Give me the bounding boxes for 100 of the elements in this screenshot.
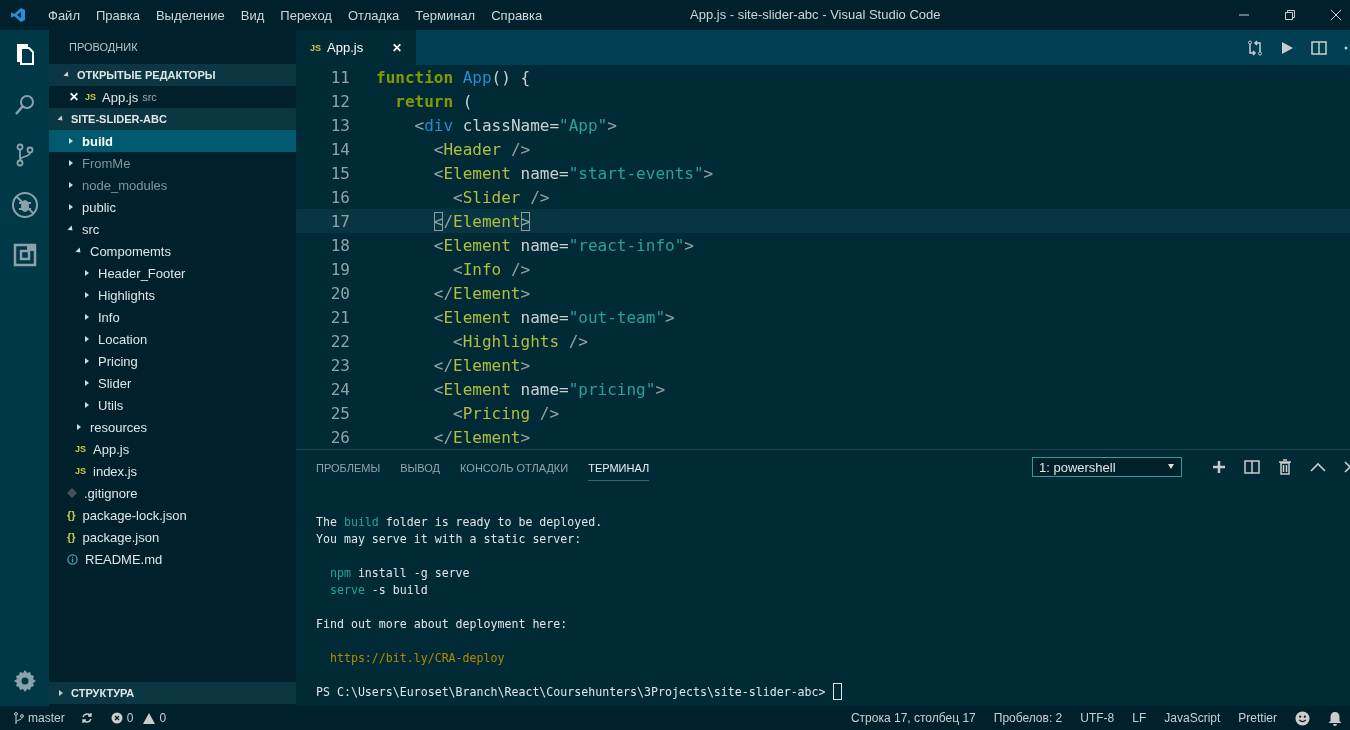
terminal-line: The build folder is ready to be deployed. [316,514,603,529]
error-icon [110,712,123,724]
diamond-icon [67,488,77,498]
panel-tab[interactable]: ВЫВОД [400,453,441,481]
file-tree-item[interactable]: Header_Footer [49,262,296,284]
file-tree-item[interactable]: JS App.js [49,438,296,460]
run-icon[interactable] [1280,40,1294,55]
js-file-icon: JS [85,92,96,102]
file-tree-item[interactable]: JS index.js [49,460,296,482]
json-file-icon: {} [67,531,76,543]
code-line: <div className="App"> [413,115,617,135]
extensions-icon[interactable] [12,243,37,267]
menu-item[interactable]: Правка [87,7,148,23]
terminal-line: npm install -g serve [328,565,470,580]
error-count[interactable]: 0 [126,711,134,725]
file-tree-item[interactable]: public [49,196,296,218]
code-line: function App() { [376,67,531,87]
js-file-icon: JS [75,444,86,454]
status-item[interactable]: JavaScript [1164,711,1221,725]
no-bug-icon[interactable] [10,191,39,219]
code-line: <Element name="react-info"> [432,235,694,255]
section-header[interactable]: ОТКРЫТЫЕ РЕДАКТОРЫ [49,64,296,86]
status-item[interactable]: Prettier [1238,711,1277,725]
dropdown-caret-icon [1167,464,1175,470]
line-number: 21 [329,307,350,327]
close-icon[interactable] [1330,9,1342,21]
code-line: </Element> [432,355,531,375]
status-item[interactable]: LF [1132,711,1147,725]
code-line: <Info /> [452,259,531,279]
close-icon[interactable]: ✕ [69,90,79,104]
section-title: SITE-SLIDER-ABC [71,113,167,125]
file-tree-item[interactable]: Utils [49,394,296,416]
editor-tab[interactable]: JS App.js ✕ [296,30,416,65]
file-tree-item[interactable]: src [49,218,296,240]
file-tree-item[interactable]: Info [49,306,296,328]
terminal-prompt: PS C:\Users\Euroset\Branch\React\Coursehunters\3Projects\site-slider-abc> [316,684,827,699]
split-terminal-icon[interactable] [1244,460,1260,474]
sync-icon[interactable] [80,712,93,724]
code-line: return ( [394,91,473,111]
close-icon[interactable]: ✕ [392,40,402,55]
menu-item[interactable]: Вид [232,7,273,23]
compare-changes-icon[interactable] [1247,39,1263,56]
branch-name[interactable]: master [28,711,65,725]
close-icon[interactable] [1344,461,1350,473]
warning-icon [143,712,156,724]
menu-item[interactable]: Отладка [339,7,408,23]
status-item[interactable]: UTF-8 [1080,711,1115,725]
file-tree-item[interactable]: README.md [49,548,296,570]
menu-item[interactable]: Терминал [407,7,484,23]
file-tree-item[interactable]: resources [49,416,296,438]
open-editor-item[interactable]: ✕ JS App.js src [49,86,296,108]
file-tree-item[interactable]: Slider [49,372,296,394]
more-icon[interactable] [1344,45,1350,50]
file-tree-item[interactable]: Location [49,328,296,350]
search-icon[interactable] [12,93,37,117]
menu-item[interactable]: Справка [483,7,551,23]
file-tree-item[interactable]: Pricing [49,350,296,372]
chevron-up-icon[interactable] [1310,462,1326,472]
menu-item[interactable]: Файл [40,7,88,23]
line-number: 13 [329,115,350,135]
file-tree-item[interactable]: {} package-lock.json [49,504,296,526]
status-item[interactable]: Пробелов: 2 [993,711,1063,725]
line-number: 14 [329,139,350,159]
json-file-icon: {} [67,509,76,521]
section-title: СТРУКТУРА [71,687,135,699]
line-number: 26 [329,427,350,447]
file-tree-item[interactable]: node_modules [49,174,296,196]
explorer-title: ПРОВОДНИК [68,40,139,55]
file-tree-item[interactable]: {} package.json [49,526,296,548]
panel-tab[interactable]: ТЕРМИНАЛ [588,453,650,481]
bell-icon[interactable] [1328,710,1342,726]
terminal-line: serve -s build [328,582,428,597]
section-header[interactable]: СТРУКТУРА [49,682,296,704]
code-line: <Element name="pricing"> [432,379,666,399]
menu-item[interactable]: Выделение [147,7,233,23]
menu-item[interactable]: Переход [272,7,340,23]
restore-icon[interactable] [1284,9,1296,21]
panel-tab[interactable]: ПРОБЛЕМЫ [316,453,381,481]
trash-icon[interactable] [1278,459,1292,475]
file-tree-item[interactable]: Highlights [49,284,296,306]
terminal-cursor [832,683,842,700]
line-number: 12 [329,91,350,111]
file-tree-item[interactable]: FromMe [49,152,296,174]
js-file-icon: JS [310,42,321,53]
code-line: <Header /> [432,139,531,159]
file-tree-item[interactable]: .gitignore [49,482,296,504]
status-item[interactable]: Строка 17, столбец 17 [850,711,976,725]
smiley-icon[interactable] [1295,710,1310,726]
file-tree-item[interactable]: Compomemts [49,240,296,262]
code-line: <Element name="start-events"> [432,163,714,183]
panel-tab[interactable]: КОНСОЛЬ ОТЛАДКИ [460,453,569,481]
plus-icon[interactable] [1212,460,1226,474]
warning-count[interactable]: 0 [159,711,167,725]
section-header[interactable]: SITE-SLIDER-ABC [49,108,296,130]
terminal-select[interactable]: 1: powershell [1032,457,1182,477]
branch-icon [14,712,24,724]
split-editor-icon[interactable] [1311,40,1327,55]
settings-icon[interactable] [12,669,37,693]
caret-icon [57,689,65,697]
file-tree-item[interactable]: build [49,130,296,152]
